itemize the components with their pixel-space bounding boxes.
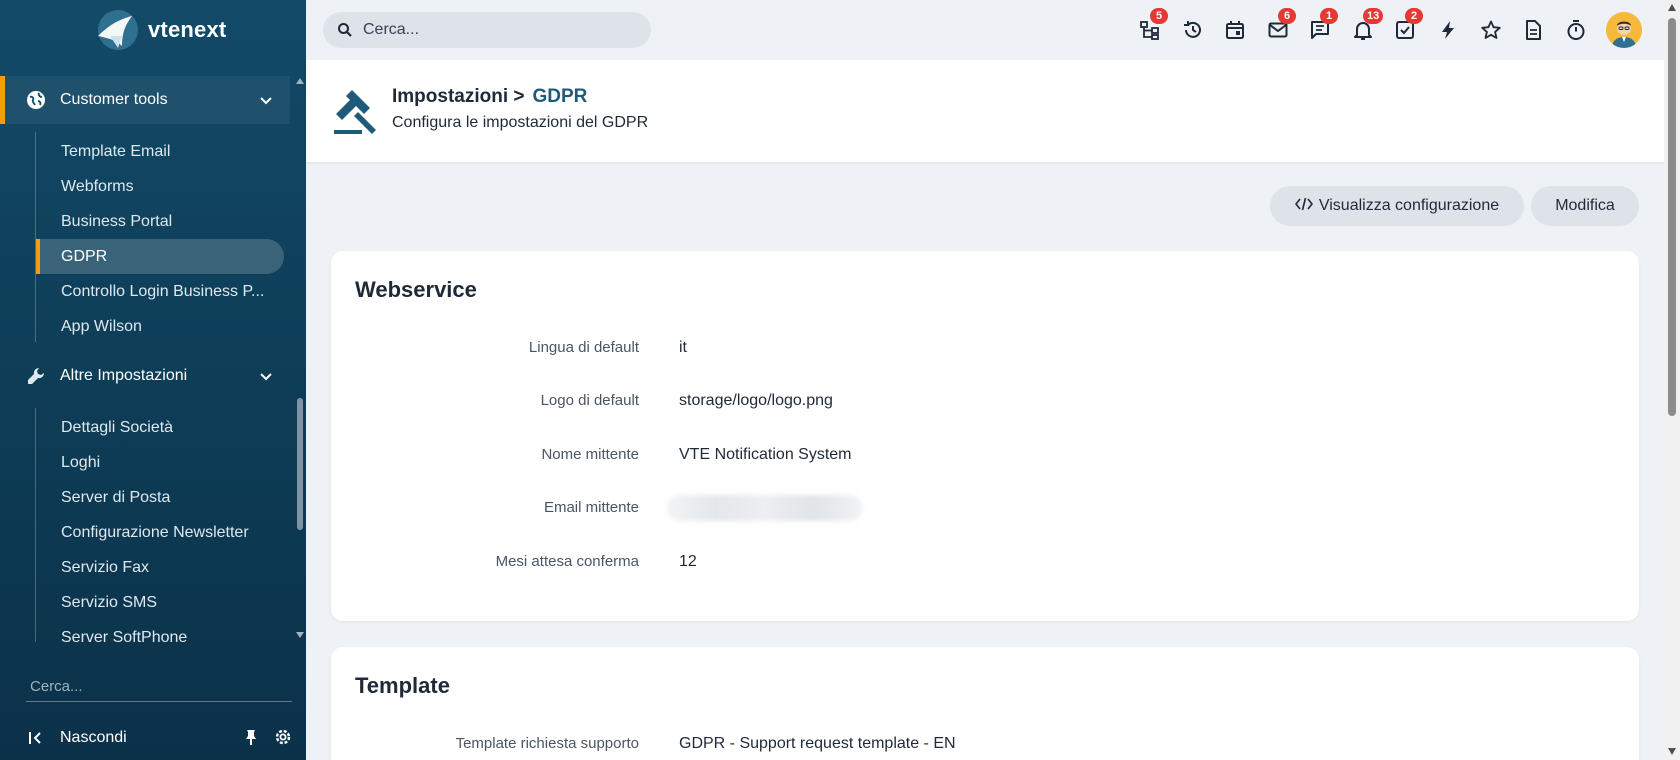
sidebar-group-label: Customer tools	[60, 91, 168, 108]
sidebar-item-dettagli-societa[interactable]: Dettagli Società	[36, 410, 284, 445]
chevron-down-icon	[260, 97, 272, 105]
field-label: Mesi attesa conferma	[495, 553, 639, 570]
page-subtitle: Configura le impostazioni del GDPR	[392, 114, 649, 131]
field-label: Nome mittente	[541, 446, 639, 463]
sidebar: vtenext Customer tools Template Email We…	[0, 0, 306, 760]
field-label: Template richiesta supporto	[455, 735, 639, 752]
messages-badge: 1	[1320, 8, 1338, 24]
sidebar-item-controllo-login[interactable]: Controllo Login Business P...	[36, 274, 284, 309]
field-row: Nome mittente VTE Notification System	[331, 440, 1639, 470]
document-icon[interactable]	[1521, 18, 1545, 42]
breadcrumb: Impostazioni > GDPR	[392, 86, 587, 108]
vtenext-logo-icon	[98, 10, 138, 50]
template-card: Template Template richiesta supporto GDP…	[331, 647, 1639, 760]
timer-icon[interactable]	[1564, 18, 1588, 42]
field-value: GDPR - Support request template - EN	[679, 735, 956, 752]
chevron-down-icon	[260, 373, 272, 381]
sidebar-item-server-softphone[interactable]: Server SoftPhone	[36, 620, 284, 643]
sidebar-item-loghi[interactable]: Loghi	[36, 445, 284, 480]
user-avatar[interactable]	[1606, 12, 1642, 48]
calendar-icon[interactable]	[1223, 18, 1247, 42]
sidebar-item-gdpr[interactable]: GDPR	[36, 239, 284, 274]
tasks-badge: 2	[1405, 8, 1423, 24]
sidebar-item-template-email[interactable]: Template Email	[36, 134, 284, 169]
brand-logo[interactable]: vtenext	[92, 6, 226, 54]
webservice-card: Webservice Lingua di default it Logo di …	[331, 251, 1639, 621]
view-configuration-label: Visualizza configurazione	[1318, 197, 1500, 214]
processes-icon[interactable]: 5	[1138, 8, 1168, 42]
sidebar-item-servizio-sms[interactable]: Servizio SMS	[36, 585, 284, 620]
main-scrollbar-thumb[interactable]	[1668, 18, 1676, 416]
mail-icon[interactable]: 6	[1266, 8, 1296, 42]
field-label: Email mittente	[543, 499, 639, 516]
brand-name: vtenext	[148, 17, 227, 42]
breadcrumb-current: GDPR	[532, 86, 588, 107]
scroll-down-arrow-icon[interactable]	[296, 632, 304, 638]
field-label: Logo di default	[540, 392, 639, 409]
scroll-up-arrow-icon[interactable]	[1668, 4, 1676, 11]
gear-icon[interactable]	[273, 727, 293, 747]
mail-badge: 6	[1278, 8, 1296, 24]
field-value: VTE Notification System	[679, 446, 852, 463]
field-row: Email mittente	[331, 493, 1639, 523]
pin-icon[interactable]	[242, 728, 260, 746]
sidebar-footer: Nascondi	[0, 722, 306, 754]
field-row: Lingua di default it	[331, 333, 1639, 363]
sidebar-item-business-portal[interactable]: Business Portal	[36, 204, 284, 239]
sidebar-group-altre-impostazioni[interactable]: Altre Impostazioni	[0, 352, 290, 400]
top-bar: 5 6 1 13 2	[306, 0, 1664, 60]
breadcrumb-parent[interactable]: Impostazioni >	[392, 86, 525, 108]
notifications-bell-icon[interactable]: 13	[1351, 8, 1384, 42]
sidebar-group-label: Altre Impostazioni	[60, 367, 188, 384]
field-row: Template richiesta supporto GDPR - Suppo…	[331, 729, 1639, 759]
sidebar-item-app-wilson[interactable]: App Wilson	[36, 309, 284, 344]
edit-button[interactable]: Modifica	[1531, 186, 1639, 226]
notifications-badge: 13	[1363, 8, 1384, 24]
gavel-icon	[334, 90, 376, 134]
template-title: Template	[355, 673, 450, 698]
messages-icon[interactable]: 1	[1308, 8, 1338, 42]
history-icon[interactable]	[1181, 18, 1205, 42]
sidebar-item-servizio-fax[interactable]: Servizio Fax	[36, 550, 284, 585]
field-value: it	[679, 339, 687, 356]
field-value: 12	[679, 553, 697, 570]
view-configuration-button[interactable]: Visualizza configurazione	[1270, 186, 1524, 226]
sidebar-item-configurazione-newsletter[interactable]: Configurazione Newsletter	[36, 515, 284, 550]
processes-badge: 5	[1150, 8, 1168, 24]
sidebar-menu: Customer tools Template Email Webforms B…	[0, 76, 306, 642]
sidebar-scrollbar-thumb[interactable]	[297, 398, 303, 530]
scroll-up-arrow-icon[interactable]	[296, 78, 304, 84]
field-value: storage/logo/logo.png	[679, 392, 833, 409]
hide-sidebar-label[interactable]: Nascondi	[60, 729, 127, 747]
scroll-down-arrow-icon[interactable]	[1668, 748, 1676, 755]
wrench-icon	[26, 366, 46, 386]
webservice-title: Webservice	[355, 277, 477, 302]
collapse-left-icon[interactable]	[28, 730, 44, 746]
sidebar-item-server-di-posta[interactable]: Server di Posta	[36, 480, 284, 515]
code-icon	[1294, 197, 1313, 216]
tasks-checkbox-icon[interactable]: 2	[1393, 8, 1423, 42]
field-row: Logo di default storage/logo/logo.png	[331, 386, 1639, 416]
lightning-icon[interactable]	[1436, 18, 1460, 42]
user-avatar-icon	[1606, 12, 1642, 48]
main-scrollbar[interactable]	[1664, 0, 1680, 760]
toolbar-icons: 5 6 1 13 2	[306, 0, 1664, 60]
globe-icon	[26, 90, 46, 110]
sidebar-scrollbar[interactable]	[296, 78, 304, 640]
star-icon[interactable]	[1479, 18, 1503, 42]
redacted-email-value	[667, 495, 863, 521]
page-header: Impostazioni > GDPR Configura le imposta…	[306, 60, 1664, 162]
sidebar-item-webforms[interactable]: Webforms	[36, 169, 284, 204]
sidebar-search	[26, 672, 292, 702]
sidebar-group-customer-tools[interactable]: Customer tools	[0, 76, 290, 124]
field-row: Mesi attesa conferma 12	[331, 547, 1639, 577]
field-label: Lingua di default	[528, 339, 639, 356]
sidebar-search-input[interactable]	[26, 672, 292, 701]
